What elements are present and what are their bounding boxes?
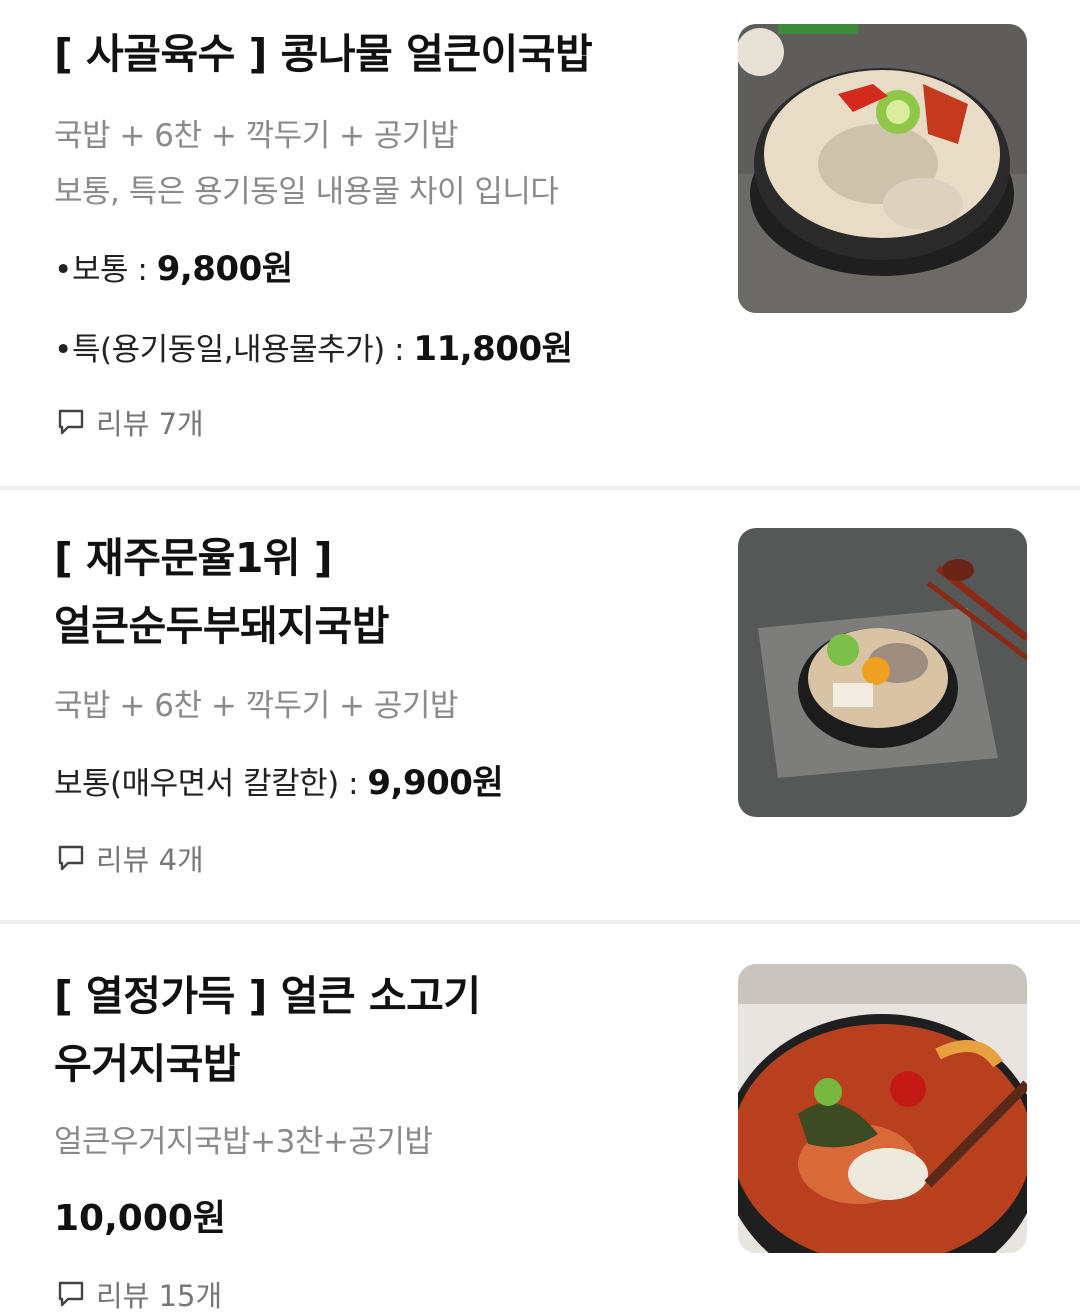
price-label: 보통(매우면서 칼칼한) : [54,766,368,802]
menu-item[interactable]: [ 사골육수 ] 콩나물 얼큰이국밥 국밥 + 6찬 + 깍두기 + 공기밥 보… [0,0,1080,488]
review-label: 리뷰 7개 [96,407,204,441]
price-label: 보통 : [72,252,157,288]
review-count[interactable]: 리뷰 7개 [56,400,204,444]
menu-description: 얼큰우거지국밥+3찬+공기밥 [54,1124,433,1160]
menu-title: [ 열정가득 ] 얼큰 소고기 [54,972,481,1020]
sundubu-pork-gukbap-photo-icon [738,528,1027,817]
menu-item[interactable]: [ 재주문율1위 ] 얼큰순두부돼지국밥 국밥 + 6찬 + 깍두기 + 공기밥… [0,490,1080,922]
menu-title: 얼큰순두부돼지국밥 [54,602,389,650]
menu-image[interactable] [738,24,1027,313]
speech-bubble-icon [58,1281,84,1307]
speech-bubble-icon [58,845,84,871]
price-option: •보통 : 9,800원 [54,244,293,295]
price-amount: 9,800원 [156,249,293,289]
menu-description: 보통, 특은 용기동일 내용물 차이 입니다 [54,174,559,210]
price-amount: 11,800원 [413,329,573,369]
price-label: 특(용기동일,내용물추가) : [72,332,414,368]
menu-item[interactable]: [ 열정가득 ] 얼큰 소고기 우거지국밥 얼큰우거지국밥+3찬+공기밥 10,… [0,924,1080,1313]
soybean-sprout-gukbap-photo-icon [738,24,1027,313]
price-option: 보통(매우면서 칼칼한) : 9,900원 [54,758,504,809]
beef-ugeoji-gukbap-photo-icon [738,964,1027,1253]
review-count[interactable]: 리뷰 15개 [56,1272,222,1316]
price-option: •특(용기동일,내용물추가) : 11,800원 [54,324,573,375]
review-label: 리뷰 4개 [96,843,204,877]
bullet: • [54,332,72,368]
speech-bubble-icon [58,409,84,435]
price-amount: 9,900원 [367,763,504,803]
review-label: 리뷰 15개 [96,1279,223,1313]
menu-title: [ 사골육수 ] 콩나물 얼큰이국밥 [54,30,593,78]
menu-image[interactable] [738,528,1027,817]
bullet: • [54,252,72,288]
menu-list: [ 사골육수 ] 콩나물 얼큰이국밥 국밥 + 6찬 + 깍두기 + 공기밥 보… [0,0,1080,1313]
menu-description: 국밥 + 6찬 + 깍두기 + 공기밥 [54,118,458,154]
review-count[interactable]: 리뷰 4개 [56,836,204,880]
price-amount: 10,000원 [54,1198,227,1239]
menu-title: 우거지국밥 [54,1040,241,1088]
menu-title: [ 재주문율1위 ] [54,534,333,582]
menu-description: 국밥 + 6찬 + 깍두기 + 공기밥 [54,688,458,724]
menu-image[interactable] [738,964,1027,1253]
